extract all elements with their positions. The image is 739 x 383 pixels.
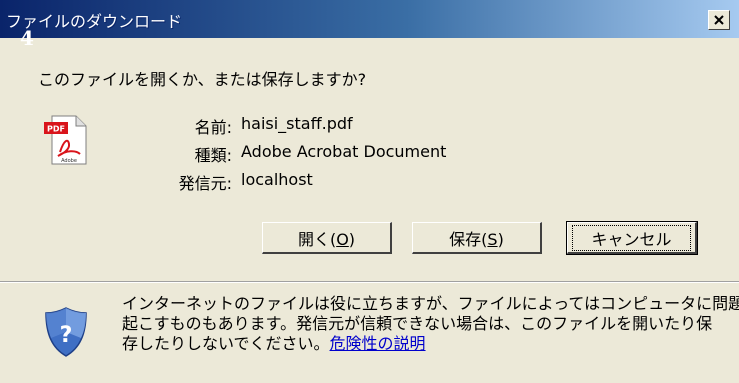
title-bar[interactable]: ファイルのダウンロード 4 <box>0 0 739 48</box>
file-type-label: 種類: <box>194 146 232 165</box>
file-source-label: 発信元: <box>178 174 232 193</box>
file-type-value: Adobe Acrobat Document <box>241 142 447 161</box>
file-download-dialog: ファイルのダウンロード 4 このファイルを開くか、または保存しますか? PDF … <box>0 0 739 383</box>
security-shield-icon: ? <box>45 307 87 357</box>
warning-line-2: 起こすものもあります。発信元が信頼できない場合は、このファイルを開いたり保 <box>122 314 713 333</box>
open-button[interactable]: 開く(O) <box>262 222 392 254</box>
close-icon <box>714 15 724 25</box>
close-button[interactable] <box>708 10 730 30</box>
cancel-button[interactable]: キャンセル <box>566 221 698 255</box>
pdf-badge-text: PDF <box>47 125 65 134</box>
save-button-label: 保存(S) <box>449 229 504 249</box>
open-button-label: 開く(O) <box>297 229 356 249</box>
security-warning-text: インターネットのファイルは役に立ちますが、ファイルによってはコンピュータに問題を… <box>122 294 739 354</box>
warning-line-1: インターネットのファイルは役に立ちますが、ファイルによってはコンピュータに問題を <box>122 294 739 313</box>
risk-explanation-link[interactable]: 危険性の説明 <box>330 334 426 353</box>
question-mark-glyph: ? <box>60 323 73 348</box>
file-type-row: 種類: Adobe Acrobat Document <box>96 142 596 166</box>
file-name-row: 名前: haisi_staff.pdf <box>96 114 596 138</box>
file-name-value: haisi_staff.pdf <box>241 114 353 133</box>
file-source-row: 発信元: localhost <box>96 170 596 194</box>
file-source-value: localhost <box>241 170 313 189</box>
file-name-label: 名前: <box>194 118 232 137</box>
section-divider-highlight <box>0 282 739 283</box>
corner-number-mark: 4 <box>20 26 34 50</box>
cancel-button-label: キャンセル <box>572 224 691 251</box>
save-button[interactable]: 保存(S) <box>412 222 542 254</box>
warning-line-3: 存したりしないでください。危険性の説明 <box>122 334 426 353</box>
pdf-caption-text: Adobe <box>61 158 77 164</box>
pdf-file-icon: PDF Adobe <box>44 115 87 165</box>
download-prompt: このファイルを開くか、または保存しますか? <box>38 70 367 89</box>
